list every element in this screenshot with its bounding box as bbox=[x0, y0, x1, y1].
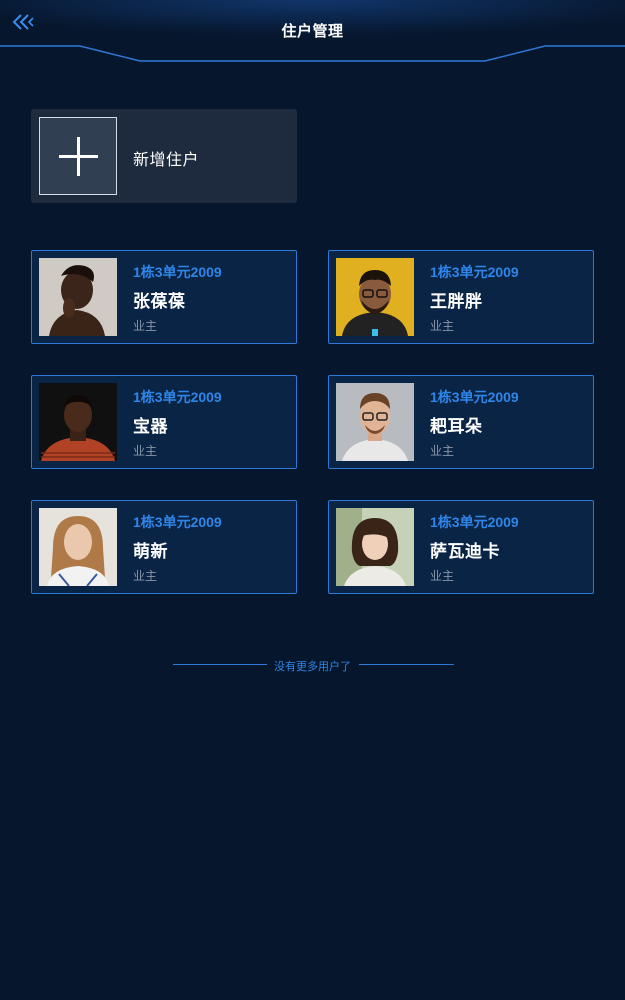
avatar bbox=[39, 383, 117, 461]
resident-name: 王胖胖 bbox=[430, 292, 483, 312]
resident-name: 萨瓦迪卡 bbox=[430, 542, 500, 562]
resident-name: 耙耳朵 bbox=[430, 417, 483, 437]
unit-label: 1栋3单元2009 bbox=[430, 514, 519, 530]
avatar bbox=[336, 258, 414, 336]
divider-right bbox=[359, 664, 454, 665]
role-label: 业主 bbox=[133, 319, 158, 333]
unit-label: 1栋3单元2009 bbox=[430, 389, 519, 405]
plus-icon bbox=[39, 117, 117, 195]
avatar bbox=[336, 508, 414, 586]
resident-card[interactable]: 1栋3单元2009 萌新 业主 bbox=[31, 500, 297, 594]
resident-name: 张葆葆 bbox=[133, 292, 186, 312]
unit-label: 1栋3单元2009 bbox=[133, 514, 222, 530]
header-bar: 住户管理 bbox=[0, 0, 625, 64]
resident-card[interactable]: 1栋3单元2009 萨瓦迪卡 业主 bbox=[328, 500, 594, 594]
resident-card[interactable]: 1栋3单元2009 耙耳朵 业主 bbox=[328, 375, 594, 469]
avatar bbox=[336, 383, 414, 461]
add-resident-label: 新增住户 bbox=[133, 150, 200, 169]
no-more-users-text: 没有更多用户了 bbox=[274, 660, 351, 673]
add-resident-button[interactable]: 新增住户 bbox=[31, 109, 297, 203]
resident-card[interactable]: 1栋3单元2009 王胖胖 业主 bbox=[328, 250, 594, 344]
resident-card[interactable]: 1栋3单元2009 宝器 业主 bbox=[31, 375, 297, 469]
resident-name: 宝器 bbox=[133, 417, 168, 437]
unit-label: 1栋3单元2009 bbox=[430, 264, 519, 280]
role-label: 业主 bbox=[133, 569, 158, 583]
page-title: 住户管理 bbox=[281, 22, 344, 40]
avatar bbox=[39, 508, 117, 586]
role-label: 业主 bbox=[430, 569, 455, 583]
unit-label: 1栋3单元2009 bbox=[133, 389, 222, 405]
avatar bbox=[39, 258, 117, 336]
role-label: 业主 bbox=[430, 444, 455, 458]
role-label: 业主 bbox=[133, 444, 158, 458]
role-label: 业主 bbox=[430, 319, 455, 333]
resident-name: 萌新 bbox=[133, 542, 168, 562]
resident-card[interactable]: 1栋3单元2009 张葆葆 业主 bbox=[31, 250, 297, 344]
unit-label: 1栋3单元2009 bbox=[133, 264, 222, 280]
